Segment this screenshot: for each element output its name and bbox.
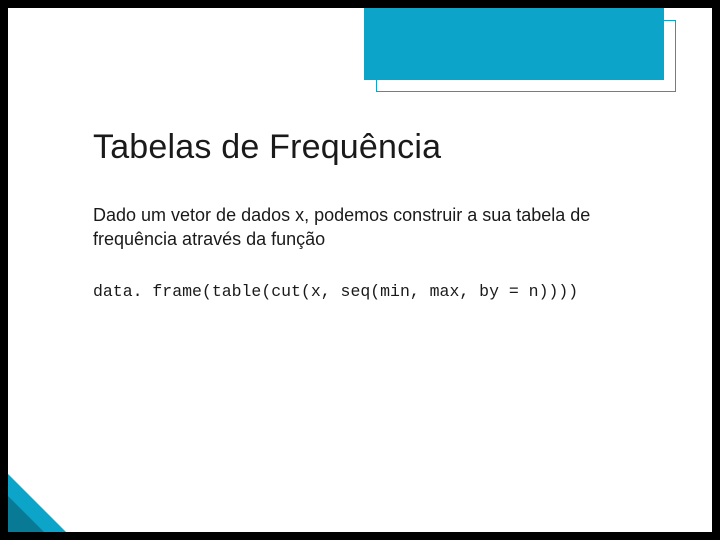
slide-title: Tabelas de Frequência bbox=[93, 128, 642, 167]
accent-border bbox=[376, 20, 676, 92]
slide-body: Dado um vetor de dados x, podemos constr… bbox=[93, 203, 642, 252]
code-line: data. frame(table(cut(x, seq(min, max, b… bbox=[93, 282, 642, 301]
content-area: Tabelas de Frequência Dado um vetor de d… bbox=[93, 128, 642, 301]
corner-triangle-inner bbox=[8, 496, 44, 532]
slide: Tabelas de Frequência Dado um vetor de d… bbox=[8, 8, 712, 532]
